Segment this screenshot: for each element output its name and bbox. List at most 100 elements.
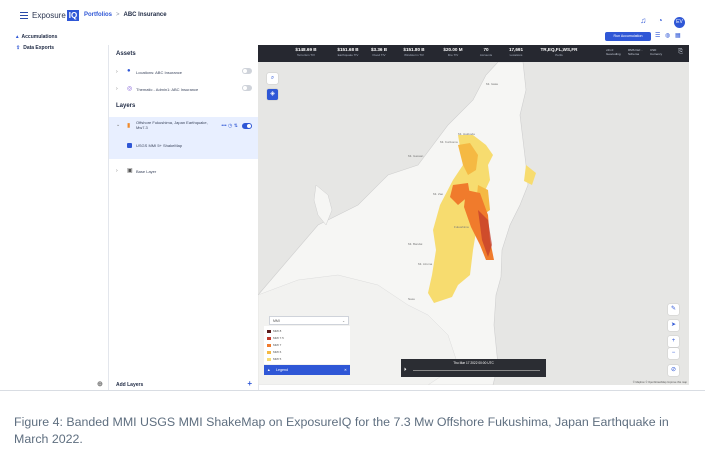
checkbox-checked-icon[interactable] bbox=[127, 143, 132, 148]
meta-label: Currency bbox=[650, 52, 663, 56]
stat-label: Perils bbox=[555, 53, 563, 57]
map-label: Mt. Bandai bbox=[408, 242, 423, 246]
globe-icon[interactable]: ◍ bbox=[665, 32, 670, 39]
map-attribution[interactable]: © Mapbox © OpenStreetMap Improve this ma… bbox=[633, 381, 687, 384]
map-label: Nasu bbox=[408, 297, 415, 301]
compass-icon[interactable]: ⊘ bbox=[668, 365, 679, 376]
grid-view-icon[interactable]: ▦ bbox=[675, 32, 681, 39]
layers-icon[interactable]: ◈ bbox=[267, 89, 278, 100]
add-icon[interactable]: + bbox=[247, 379, 252, 388]
stat-value: $151.80 B bbox=[403, 47, 425, 52]
stat-windstorm: $151.80 B Windstorm TIV bbox=[394, 47, 434, 57]
breadcrumb: Portfolios > ABC Insurance bbox=[84, 12, 167, 18]
event-layer-row[interactable]: ⌄ ▮ Offshore Fukushima, Japan Earthquake… bbox=[109, 117, 258, 134]
menu-icon[interactable] bbox=[20, 12, 28, 19]
search-icon[interactable]: ⌕ bbox=[267, 73, 278, 84]
map-label: Mt. Azuma bbox=[418, 262, 433, 266]
stat-label: Locations bbox=[509, 53, 523, 57]
locate-icon[interactable]: ➤ bbox=[668, 320, 679, 331]
stat-label: Fire TIV bbox=[447, 53, 459, 57]
time-label: Thu Mar 17 2022 00:00 UTC bbox=[453, 361, 494, 365]
legend-item: MMI 5 bbox=[267, 357, 281, 361]
base-layer-label: Base Layer bbox=[136, 169, 157, 174]
stat-value: TR,EQ,FL,WS,FR bbox=[540, 47, 578, 52]
legend-toggle-button[interactable]: ▲ Legend ✕ bbox=[264, 365, 350, 375]
zoom-out-icon[interactable]: − bbox=[668, 348, 679, 359]
breadcrumb-current: ABC Insurance bbox=[123, 12, 167, 18]
avatar[interactable]: EV bbox=[674, 17, 685, 28]
meta-geocoding: v21.0 Geocoding bbox=[606, 48, 621, 56]
legend-item: MMI 6 bbox=[267, 350, 281, 354]
more-options-icon[interactable]: ••• ◷ ⇅ bbox=[221, 123, 238, 129]
play-icon[interactable]: ⏵ bbox=[404, 367, 407, 373]
legend-swatch bbox=[267, 329, 271, 333]
asset-label: Thematic - Admin1: ABC Insurance bbox=[136, 87, 199, 92]
stat-flood: $3.36 B Flood TIV bbox=[363, 47, 395, 57]
list-view-icon[interactable]: ☰ bbox=[655, 32, 660, 39]
run-accumulation-button[interactable]: Run Accumulation bbox=[605, 32, 651, 41]
chevron-right-icon[interactable]: › bbox=[116, 168, 118, 174]
map-label: Mt. Kurikoma bbox=[440, 140, 458, 144]
base-layer-row[interactable]: › ▣ Base Layer bbox=[109, 164, 258, 178]
legend-swatch bbox=[267, 336, 271, 340]
legend-label: MMI 7.5 bbox=[273, 336, 284, 340]
accumulation-summary-bar: $148.69 B Terrorism TIV $151.68 B Earthqua… bbox=[258, 45, 689, 62]
chevron-right-icon[interactable]: › bbox=[116, 69, 118, 75]
stat-perils: TR,EQ,FL,WS,FR Perils bbox=[533, 47, 585, 57]
legend-button-label: Legend bbox=[276, 368, 288, 372]
stat-label: Windstorm TIV bbox=[404, 53, 424, 57]
notifications-icon[interactable]: ◔ bbox=[658, 16, 663, 25]
stat-label: Earthquake TIV bbox=[337, 53, 359, 57]
stat-label: Flood TIV bbox=[372, 53, 386, 57]
stat-value: $151.68 B bbox=[337, 47, 359, 52]
chevron-down-icon[interactable]: ⌄ bbox=[116, 122, 120, 128]
event-layer-label: Offshore Fukushima, Japan Earthquake, Mw… bbox=[136, 120, 208, 130]
map-view[interactable]: Mt. Iwate Mt. Hakkoda Mt. Gassan Mt. Kur… bbox=[258, 45, 689, 385]
stat-label: Accounts bbox=[479, 53, 493, 57]
top-bar: Exposure IQ Portfolios > ABC Insurance ♫ ◔ … bbox=[0, 0, 705, 32]
close-icon[interactable]: ✕ bbox=[344, 365, 347, 375]
chevron-right-icon[interactable]: › bbox=[116, 86, 118, 92]
legend-label: MMI 5 bbox=[273, 357, 282, 361]
nav-accumulations[interactable]: ▴ Accumulations bbox=[16, 34, 57, 40]
time-slider[interactable]: Thu Mar 17 2022 00:00 UTC ⏵ bbox=[401, 359, 546, 377]
add-layers-label: Add Layers bbox=[116, 382, 144, 388]
mmi-select[interactable]: MMI ⌄ bbox=[269, 316, 349, 325]
pencil-icon[interactable]: ✎ bbox=[668, 304, 679, 315]
stat-value: 17,691 bbox=[508, 47, 524, 52]
time-track[interactable] bbox=[413, 370, 540, 371]
legend-label: MMI 8 bbox=[273, 329, 282, 333]
export-icon[interactable]: ⎘ bbox=[678, 49, 683, 56]
nav-data-exports[interactable]: ⇪ Data Exports bbox=[16, 45, 54, 51]
legend-icon: ▲ bbox=[267, 368, 271, 372]
stat-earthquake: $151.68 B Earthquake TIV bbox=[328, 47, 368, 57]
location-pin-icon: ● bbox=[127, 68, 131, 74]
earthquake-icon: ▮ bbox=[127, 123, 131, 129]
logo-text: Exposure bbox=[32, 11, 66, 20]
bell-icon[interactable]: ♫ bbox=[640, 16, 646, 25]
meta-currency: USD Currency bbox=[650, 48, 662, 56]
asset-row-locations[interactable]: › ● Locations: ABC Insurance bbox=[109, 65, 258, 79]
app-logo: Exposure IQ bbox=[32, 10, 80, 21]
map-label: Fukushima bbox=[454, 225, 469, 229]
base-layer-icon: ▣ bbox=[127, 168, 133, 174]
meta-label: Schema bbox=[628, 52, 640, 56]
collapse-icon[interactable]: ⊕ bbox=[97, 380, 103, 388]
stat-fire: $20.00 M Fire TIV bbox=[433, 47, 473, 57]
visibility-toggle[interactable] bbox=[242, 85, 252, 91]
legend-swatch bbox=[267, 350, 271, 354]
breadcrumb-portfolios[interactable]: Portfolios bbox=[84, 12, 112, 18]
export-icon: ⇪ bbox=[16, 45, 21, 51]
zoom-in-icon[interactable]: + bbox=[668, 336, 679, 347]
stat-value: 70 bbox=[483, 47, 489, 52]
visibility-toggle[interactable] bbox=[242, 123, 252, 129]
legend-swatch bbox=[267, 343, 271, 347]
stat-locations: 17,691 Locations bbox=[500, 47, 532, 57]
visibility-toggle[interactable] bbox=[242, 68, 252, 74]
stat-terrorism: $148.69 B Terrorism TIV bbox=[286, 47, 326, 57]
left-nav: ▴ Accumulations ⇪ Data Exports bbox=[0, 32, 108, 390]
asset-row-thematic[interactable]: › ◎ Thematic - Admin1: ABC Insurance bbox=[109, 82, 258, 96]
event-sublayer-row[interactable]: USGS MMI 5+ ShakeMap bbox=[109, 134, 258, 159]
warning-icon: ▴ bbox=[16, 34, 19, 40]
stat-value: $20.00 M bbox=[443, 47, 463, 52]
